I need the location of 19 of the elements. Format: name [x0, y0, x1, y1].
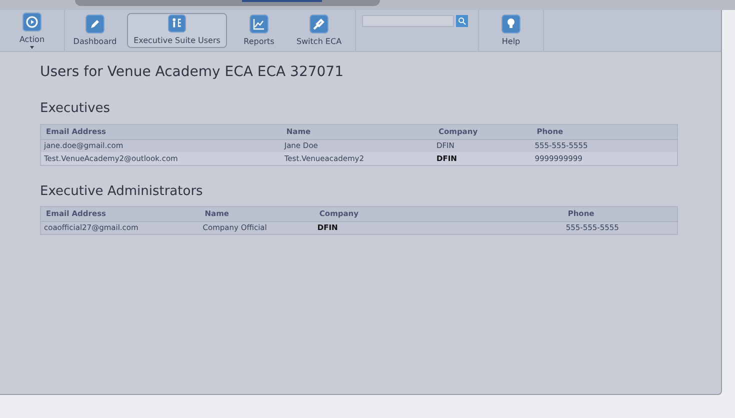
help-button[interactable]: Help: [479, 10, 543, 51]
toolbar-button[interactable]: Executive Suite Users: [127, 13, 227, 48]
toolbar-button[interactable]: Action: [0, 10, 64, 51]
search-icon: [458, 17, 466, 25]
search-field[interactable]: [362, 15, 454, 27]
chart-icon: [249, 14, 269, 34]
pencil-icon: [85, 14, 105, 34]
search-button[interactable]: [456, 15, 468, 27]
toolbar-button[interactable]: Dashboard: [65, 10, 125, 51]
bulb-icon: [501, 14, 521, 34]
section-title: Executives: [40, 100, 112, 118]
users-icon: [167, 14, 187, 33]
section-title: Executive Administrators: [40, 182, 204, 200]
page-title: Users for Venue Academy ECA ECA 327071: [40, 63, 344, 82]
caret-icon: [30, 46, 34, 49]
play-icon: [22, 12, 42, 32]
plug-icon: [309, 14, 329, 34]
toolbar-button[interactable]: Reports: [229, 10, 289, 51]
toolbar-button[interactable]: Switch ECA: [289, 10, 349, 51]
